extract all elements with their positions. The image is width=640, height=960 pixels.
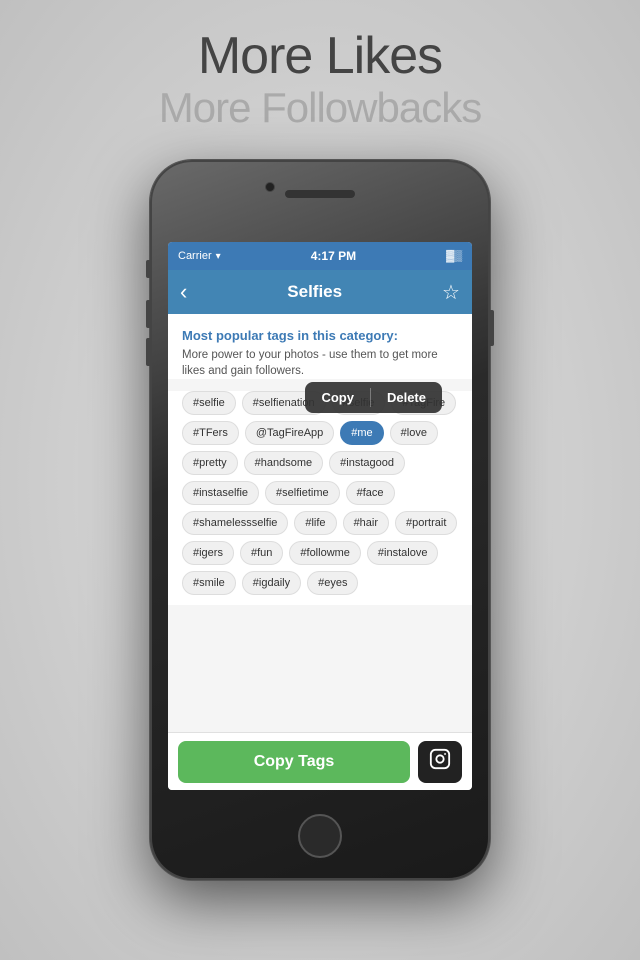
tag-item[interactable]: #followme — [289, 541, 361, 565]
phone-speaker — [285, 190, 355, 198]
scrollable-area: Most popular tags in this category: More… — [168, 314, 472, 790]
tags-container: #selfie#selfienation#selfie#TagFire#TFer… — [168, 391, 472, 605]
context-menu: Copy Delete — [305, 382, 442, 413]
tag-item[interactable]: #hair — [343, 511, 389, 535]
instagram-icon — [429, 748, 451, 776]
header-line1: More Likes — [0, 28, 640, 85]
nav-title: Selfies — [287, 282, 342, 302]
tag-item[interactable]: #shamelessselfie — [182, 511, 288, 535]
tag-item[interactable]: #igers — [182, 541, 234, 565]
copy-button[interactable]: Copy — [305, 382, 370, 413]
tag-item[interactable]: #pretty — [182, 451, 238, 475]
phone-home-button[interactable] — [298, 814, 342, 858]
tag-item[interactable]: #instalove — [367, 541, 439, 565]
hero-header: More Likes More Followbacks — [0, 28, 640, 131]
tag-item[interactable]: #eyes — [307, 571, 358, 595]
wifi-icon: ▾ — [216, 251, 221, 262]
tag-item[interactable]: #igdaily — [242, 571, 301, 595]
tag-item[interactable]: #smile — [182, 571, 236, 595]
category-section: Most popular tags in this category: More… — [168, 314, 472, 379]
tag-item[interactable]: #instagood — [329, 451, 405, 475]
tag-item[interactable]: #portrait — [395, 511, 457, 535]
phone-mockup: Carrier ▾ 4:17 PM ▓▒ ‹ Selfies ☆ — [150, 160, 490, 880]
tag-item[interactable]: #life — [294, 511, 336, 535]
header-line2: More Followbacks — [0, 85, 640, 131]
instagram-button[interactable] — [418, 741, 462, 783]
copy-tags-button[interactable]: Copy Tags — [178, 741, 410, 783]
favorite-button[interactable]: ☆ — [442, 280, 460, 305]
phone-camera — [265, 182, 275, 192]
phone-shell: Carrier ▾ 4:17 PM ▓▒ ‹ Selfies ☆ — [150, 160, 490, 880]
delete-button[interactable]: Delete — [371, 382, 442, 413]
category-header: Most popular tags in this category: — [182, 328, 458, 343]
tag-item[interactable]: #love — [390, 421, 438, 445]
power-button[interactable] — [490, 310, 494, 346]
tag-item[interactable]: #instaselfie — [182, 481, 259, 505]
tag-item[interactable]: @TagFireApp — [245, 421, 334, 445]
tag-item[interactable]: #selfie — [182, 391, 236, 415]
navigation-bar: ‹ Selfies ☆ — [168, 270, 472, 314]
battery-icon: ▓▒ — [446, 250, 462, 262]
status-bar: Carrier ▾ 4:17 PM ▓▒ — [168, 242, 472, 270]
volume-down-button[interactable] — [146, 338, 150, 366]
back-button[interactable]: ‹ — [180, 279, 187, 305]
volume-up-button[interactable] — [146, 300, 150, 328]
tag-item[interactable]: #handsome — [244, 451, 324, 475]
bottom-action-bar: Copy Tags — [168, 732, 472, 790]
tag-item[interactable]: #TFers — [182, 421, 239, 445]
screen-content: Carrier ▾ 4:17 PM ▓▒ ‹ Selfies ☆ — [168, 242, 472, 790]
carrier-label: Carrier — [178, 250, 212, 262]
status-time: 4:17 PM — [311, 249, 356, 263]
tag-item[interactable]: #selfietime — [265, 481, 340, 505]
category-description: More power to your photos - use them to … — [182, 347, 458, 379]
tag-item[interactable]: #face — [346, 481, 395, 505]
tag-item[interactable]: #fun — [240, 541, 283, 565]
mute-button[interactable] — [146, 260, 150, 278]
phone-screen: Carrier ▾ 4:17 PM ▓▒ ‹ Selfies ☆ — [168, 242, 472, 790]
carrier-info: Carrier ▾ — [178, 250, 221, 262]
tag-item[interactable]: #me — [340, 421, 383, 445]
battery-indicator: ▓▒ — [446, 250, 462, 262]
